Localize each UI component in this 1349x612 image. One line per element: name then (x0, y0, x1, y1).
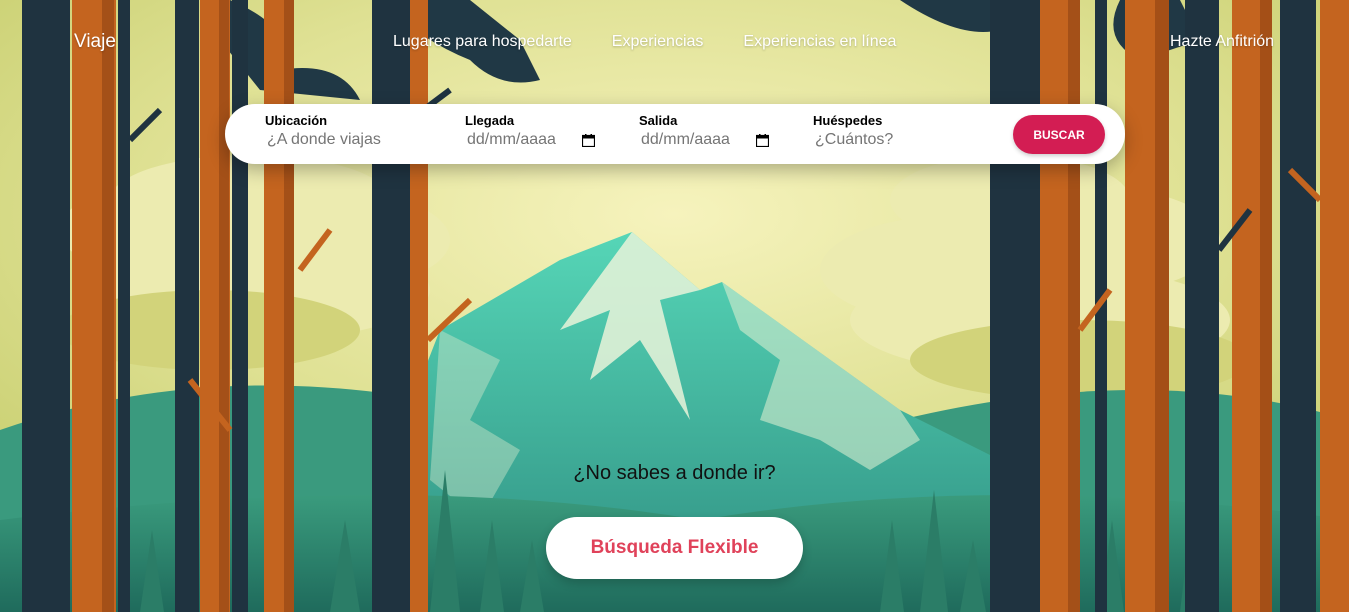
checkout-input[interactable]: dd/mm/aaaa (639, 129, 771, 151)
search-button[interactable]: BUSCAR (1013, 115, 1105, 154)
search-bar: Ubicación Llegada dd/mm/aaaa Salida dd/m… (225, 104, 1125, 164)
guests-label: Huéspedes (813, 113, 883, 128)
checkin-field: Llegada dd/mm/aaaa (465, 113, 597, 151)
calendar-icon[interactable] (756, 133, 769, 147)
nav-link-experiencias-en-linea[interactable]: Experiencias en línea (743, 33, 896, 51)
nav-links: Lugares para hospedarte Experiencias Exp… (393, 33, 896, 51)
hero-section: Viaje Lugares para hospedarte Experienci… (0, 0, 1349, 612)
checkin-input[interactable]: dd/mm/aaaa (465, 129, 597, 151)
location-label: Ubicación (265, 113, 328, 128)
logo[interactable]: Viaje (74, 31, 116, 53)
guests-input[interactable] (813, 129, 987, 151)
calendar-icon[interactable] (582, 133, 595, 147)
checkout-label: Salida (639, 113, 678, 128)
flexible-search-button[interactable]: Búsqueda Flexible (546, 517, 803, 579)
checkin-label: Llegada (465, 113, 515, 128)
checkout-value: dd/mm/aaaa (641, 131, 730, 148)
location-field: Ubicación (265, 113, 439, 151)
location-input[interactable] (265, 129, 439, 151)
flexible-question: ¿No sabes a donde ir? (573, 462, 776, 484)
nav-link-lugares[interactable]: Lugares para hospedarte (393, 33, 572, 51)
nav-link-experiencias[interactable]: Experiencias (612, 33, 704, 51)
checkout-field: Salida dd/mm/aaaa (639, 113, 771, 151)
checkin-value: dd/mm/aaaa (467, 131, 556, 148)
host-link[interactable]: Hazte Anfitrión (1170, 33, 1274, 51)
top-nav: Viaje Lugares para hospedarte Experienci… (0, 0, 1349, 84)
guests-field: Huéspedes (813, 113, 987, 151)
